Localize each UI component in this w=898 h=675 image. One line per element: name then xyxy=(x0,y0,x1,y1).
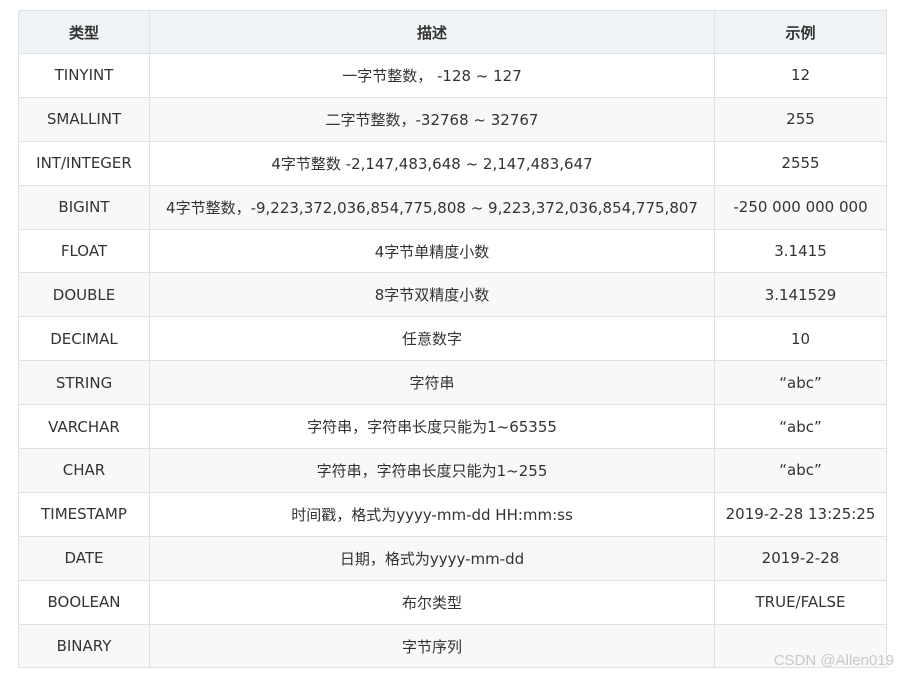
cell-type: VARCHAR xyxy=(18,404,150,450)
cell-description: 4字节整数 -2,147,483,648 ~ 2,147,483,647 xyxy=(149,140,715,186)
cell-type: BIGINT xyxy=(18,184,150,230)
cell-description: 日期，格式为yyyy-mm-dd xyxy=(149,535,715,581)
cell-description: 字符串，字符串长度只能为1~255 xyxy=(149,448,715,493)
table-row: TIMESTAMP 时间戳，格式为yyyy-mm-dd HH:mm:ss 2019-… xyxy=(18,491,887,537)
cell-type: DATE xyxy=(18,535,150,581)
cell-example: TRUE/FALSE xyxy=(714,579,887,625)
cell-example: -250 000 000 000 xyxy=(714,184,887,230)
page: 类型 描述 示例 TINYINT 一字节整数， -128 ~ 127 12 SMALL… xyxy=(0,0,898,675)
table-row: BIGINT 4字节整数，-9,223,372,036,854,775,808 ~… xyxy=(18,184,887,230)
cell-description: 4字节整数，-9,223,372,036,854,775,808 ~ 9,223… xyxy=(149,184,715,230)
cell-example: 12 xyxy=(714,53,887,98)
cell-example: 2019-2-28 13:25:25 xyxy=(714,491,887,537)
table-header: 类型 描述 示例 xyxy=(18,10,887,54)
watermark: CSDN @Allen019 xyxy=(773,652,894,669)
cell-description: 时间戳，格式为yyyy-mm-dd HH:mm:ss xyxy=(149,491,715,537)
cell-type: TINYINT xyxy=(18,53,150,98)
cell-description: 任意数字 xyxy=(149,316,715,362)
table-row: SMALLINT 二字节整数，-32768 ~ 32767 255 xyxy=(18,96,887,142)
table-row: CHAR 字符串，字符串长度只能为1~255 “abc” xyxy=(18,448,887,493)
header-example: 示例 xyxy=(714,10,887,54)
cell-description: 布尔类型 xyxy=(149,579,715,625)
table-row: BINARY 字节序列 xyxy=(18,623,887,669)
table-row: BOOLEAN 布尔类型 TRUE/FALSE xyxy=(18,579,887,625)
cell-description: 字节序列 xyxy=(149,623,715,669)
data-types-table: 类型 描述 示例 TINYINT 一字节整数， -128 ~ 127 12 SMALL… xyxy=(18,10,887,669)
cell-type: BINARY xyxy=(18,623,150,669)
table-row: DOUBLE 8字节双精度小数 3.141529 xyxy=(18,272,887,318)
cell-type: FLOAT xyxy=(18,228,150,274)
cell-description: 字符串，字符串长度只能为1~65355 xyxy=(149,404,715,450)
cell-example: 3.141529 xyxy=(714,272,887,318)
cell-description: 二字节整数，-32768 ~ 32767 xyxy=(149,96,715,142)
table-row: DECIMAL 任意数字 10 xyxy=(18,316,887,362)
table-row: DATE 日期，格式为yyyy-mm-dd 2019-2-28 xyxy=(18,535,887,581)
cell-example: 10 xyxy=(714,316,887,362)
cell-description: 一字节整数， -128 ~ 127 xyxy=(149,53,715,98)
table-row: STRING 字符串 “abc” xyxy=(18,360,887,406)
cell-description: 字符串 xyxy=(149,360,715,406)
cell-type: STRING xyxy=(18,360,150,406)
table-row: FLOAT 4字节单精度小数 3.1415 xyxy=(18,228,887,274)
header-row: 类型 描述 示例 xyxy=(18,10,887,54)
cell-description: 8字节双精度小数 xyxy=(149,272,715,318)
cell-example: “abc” xyxy=(714,360,887,406)
cell-type: DECIMAL xyxy=(18,316,150,362)
cell-type: CHAR xyxy=(18,448,150,493)
table-row: INT/INTEGER 4字节整数 -2,147,483,648 ~ 2,147,… xyxy=(18,140,887,186)
cell-type: INT/INTEGER xyxy=(18,140,150,186)
table-body: TINYINT 一字节整数， -128 ~ 127 12 SMALLINT 二字节整数，… xyxy=(18,53,887,669)
header-type: 类型 xyxy=(18,10,150,54)
table-row: TINYINT 一字节整数， -128 ~ 127 12 xyxy=(18,53,887,98)
cell-example: 255 xyxy=(714,96,887,142)
cell-example: 2019-2-28 xyxy=(714,535,887,581)
cell-type: TIMESTAMP xyxy=(18,491,150,537)
table-row: VARCHAR 字符串，字符串长度只能为1~65355 “abc” xyxy=(18,404,887,450)
header-description: 描述 xyxy=(149,10,715,54)
cell-example: “abc” xyxy=(714,448,887,493)
cell-description: 4字节单精度小数 xyxy=(149,228,715,274)
cell-type: BOOLEAN xyxy=(18,579,150,625)
cell-type: DOUBLE xyxy=(18,272,150,318)
cell-type: SMALLINT xyxy=(18,96,150,142)
cell-example: 2555 xyxy=(714,140,887,186)
cell-example: 3.1415 xyxy=(714,228,887,274)
cell-example: “abc” xyxy=(714,404,887,450)
